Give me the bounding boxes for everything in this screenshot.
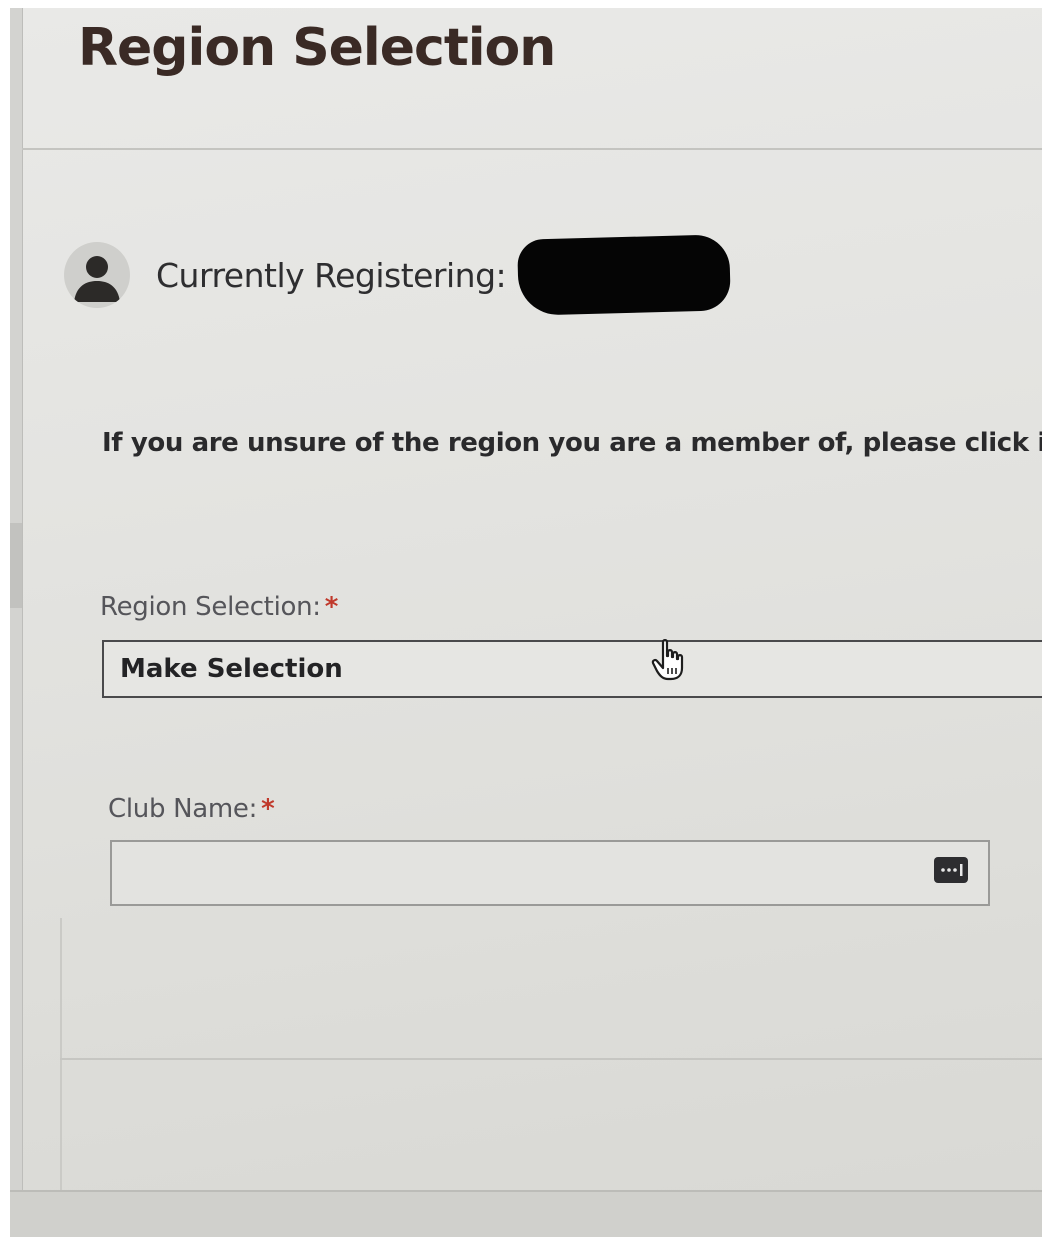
club-name-input[interactable]: [110, 840, 990, 906]
hand-pointer-cursor-icon: [651, 639, 684, 681]
currently-registering-label: Currently Registering:: [156, 255, 507, 295]
currently-registering-row: Currently Registering:: [64, 234, 732, 316]
redacted-name: [517, 234, 732, 316]
region-help-text: If you are unsure of the region you are …: [102, 428, 1042, 458]
autofill-dots-icon[interactable]: [934, 857, 968, 883]
required-marker: *: [324, 592, 339, 622]
region-selection-dropdown[interactable]: Make Selection: [102, 640, 1042, 698]
user-avatar-icon: [64, 242, 130, 308]
region-selection-label-text: Region Selection:: [100, 592, 321, 622]
registration-panel: Currently Registering: If you are unsure…: [22, 150, 1042, 1050]
scrollbar-thumb[interactable]: [10, 523, 22, 608]
screen: Region Selection Currently Registering: …: [10, 8, 1042, 1237]
club-name-label-text: Club Name:: [108, 794, 258, 824]
footer-divider: [60, 1058, 1042, 1060]
club-name-label: Club Name: *: [108, 794, 275, 824]
region-selection-value: Make Selection: [120, 654, 343, 684]
bottom-bar: [10, 1190, 1042, 1237]
region-selection-label: Region Selection: *: [100, 592, 338, 622]
page-title: Region Selection: [78, 18, 556, 78]
required-marker: *: [261, 794, 275, 824]
page-header: Region Selection: [22, 8, 1042, 150]
